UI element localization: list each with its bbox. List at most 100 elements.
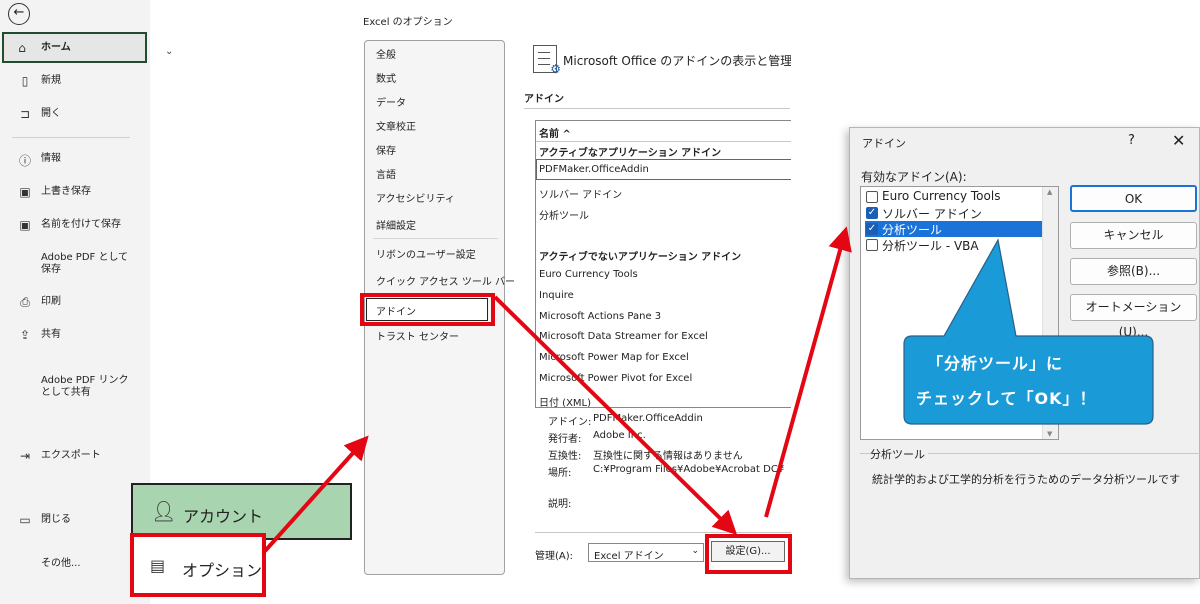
backstage-item-share[interactable]: ⇪ 共有: [0, 328, 148, 344]
list-item[interactable]: ソルバー アドイン: [539, 186, 789, 201]
detail-value-location: C:¥Program Files¥Adobe¥Acrobat DC¥: [593, 464, 785, 475]
list-item[interactable]: PDFMaker.OfficeAddin: [539, 164, 789, 175]
checkbox-checked[interactable]: ✓: [866, 223, 878, 235]
share-icon: ⇪: [19, 328, 31, 342]
list-item[interactable]: Inquire: [539, 290, 789, 301]
checkbox[interactable]: [866, 239, 878, 251]
detail-key-compat: 互換性:: [548, 451, 582, 462]
arrow-left-icon[interactable]: ←: [8, 3, 30, 25]
help-icon[interactable]: ?: [1128, 133, 1135, 148]
scroll-down-icon[interactable]: ▼: [1047, 430, 1052, 438]
nav-item-advanced[interactable]: 詳細設定: [376, 217, 416, 232]
manage-dropdown-value: Excel アドイン: [594, 551, 664, 562]
manage-divider: [535, 532, 791, 533]
export-icon: ⇥: [19, 449, 31, 463]
detail-key-addin: アドイン:: [548, 417, 592, 428]
print-icon: ⎙: [20, 295, 30, 309]
highlight-box-go: [705, 534, 792, 574]
backstage-item-close[interactable]: ▭ 閉じる: [0, 513, 148, 529]
detail-value-addin: PDFMaker.OfficeAddin: [593, 413, 703, 424]
list-item[interactable]: Euro Currency Tools: [539, 269, 789, 280]
checkbox[interactable]: [866, 191, 878, 203]
nav-item-general[interactable]: 全般: [376, 46, 396, 61]
dialog-title: アドイン: [862, 137, 906, 150]
detail-key-location: 場所:: [548, 468, 572, 479]
backstage-item-more[interactable]: その他...: [0, 557, 148, 573]
options-item-zoomed[interactable]: ▤ オプション: [130, 533, 266, 597]
nav-item-language[interactable]: 言語: [376, 166, 396, 181]
callout-text-line1: 「分析ツール」に: [927, 354, 1064, 373]
addin-page-heading: Microsoft Office のアドインの表示と管理を行います。: [563, 54, 791, 68]
detail-value-compat: 互換性に関する情報はありません: [593, 451, 743, 462]
addin-item-solver[interactable]: ✓ ソルバー アドイン: [865, 205, 1042, 221]
list-item[interactable]: Microsoft Data Streamer for Excel: [539, 331, 789, 342]
scroll-up-icon[interactable]: ▲: [1047, 188, 1052, 196]
manage-dropdown[interactable]: Excel アドイン ⌄: [588, 543, 704, 562]
list-item[interactable]: Microsoft Power Map for Excel: [539, 352, 789, 363]
chevron-down-icon[interactable]: ⌄: [165, 46, 173, 57]
new-document-icon: ▯: [21, 74, 29, 88]
backstage-item-home[interactable]: ⌂ ホーム: [2, 32, 147, 63]
list-item[interactable]: 分析ツール: [539, 207, 789, 222]
close-folder-icon: ▭: [19, 513, 31, 527]
backstage-item-adobe-pdf-link[interactable]: Adobe PDF リンク として共有: [0, 374, 148, 402]
nav-item-proofing[interactable]: 文章校正: [376, 118, 416, 133]
save-icon: ▣: [19, 185, 31, 199]
callout-text-line2: チェックして「OK」！: [916, 389, 1097, 408]
nav-item-customize-ribbon[interactable]: リボンのユーザー設定: [376, 246, 476, 261]
checkbox-checked[interactable]: ✓: [866, 207, 878, 219]
folder-open-icon: ⊐: [19, 107, 31, 121]
description-group-label: 分析ツール: [870, 446, 928, 462]
highlight-box-addins: [360, 293, 495, 326]
detail-key-publisher: 発行者:: [548, 434, 582, 445]
person-icon: 👤︎: [151, 499, 177, 523]
options-window-title: Excel のオプション: [363, 17, 453, 28]
list-divider: [536, 141, 791, 142]
addin-item-analysis-toolpak-vba[interactable]: 分析ツール - VBA: [865, 237, 1042, 253]
chevron-down-icon: ⌄: [691, 546, 699, 556]
active-addins-header: アクティブなアプリケーション アドイン: [539, 148, 722, 159]
account-item-zoomed[interactable]: 👤︎ アカウント: [131, 483, 352, 540]
nav-item-data[interactable]: データ: [376, 94, 406, 109]
backstage-item-new[interactable]: ▯ 新規: [0, 74, 148, 90]
detail-value-publisher: Adobe Inc.: [593, 430, 646, 441]
backstage-panel: ← ⌂ ホーム ▯ 新規 ⊐ 開く ⓘ 情報 ▣ 上書き保存 ▣ 名前を付けて保…: [0, 0, 150, 604]
list-item[interactable]: 日付 (XML): [539, 394, 789, 407]
addin-section-title: アドイン: [524, 94, 564, 105]
backstage-divider: [12, 137, 130, 138]
addin-description: 統計学的および工学的分析を行うためのデータ分析ツールです: [872, 473, 1180, 486]
backstage-item-info[interactable]: ⓘ 情報: [0, 152, 148, 168]
backstage-item-print[interactable]: ⎙ 印刷: [0, 295, 148, 311]
addin-list: 名前 ^ アクティブなアプリケーション アドイン PDFMaker.Office…: [535, 120, 791, 408]
nav-item-formulas[interactable]: 数式: [376, 70, 396, 85]
nav-item-trust-center[interactable]: トラスト センター: [376, 328, 459, 343]
addin-item-euro-currency[interactable]: Euro Currency Tools: [865, 189, 1042, 205]
close-icon[interactable]: ✕: [1172, 131, 1185, 150]
browse-button[interactable]: 参照(B)...: [1070, 258, 1197, 285]
list-item[interactable]: Microsoft Power Pivot for Excel: [539, 373, 789, 384]
list-item[interactable]: Microsoft Actions Pane 3: [539, 311, 789, 322]
backstage-item-save[interactable]: ▣ 上書き保存: [0, 185, 148, 201]
cancel-button[interactable]: キャンセル: [1070, 222, 1197, 249]
backstage-item-adobe-pdf-save[interactable]: Adobe PDF として 保存: [0, 251, 148, 279]
backstage-item-export[interactable]: ⇥ エクスポート: [0, 449, 148, 465]
home-icon: ⌂: [18, 41, 26, 55]
addin-item-analysis-toolpak[interactable]: ✓ 分析ツール: [865, 221, 1042, 237]
list-header-name[interactable]: 名前 ^: [539, 125, 789, 140]
ok-button[interactable]: OK: [1070, 185, 1197, 212]
inactive-addins-header: アクティブでないアプリケーション アドイン: [539, 252, 742, 263]
options-icon: ▤: [150, 556, 166, 575]
automation-button[interactable]: オートメーション(U)...: [1070, 294, 1197, 339]
info-icon: ⓘ: [18, 154, 31, 168]
addin-settings-icon: ⚙: [533, 45, 561, 76]
backstage-item-save-as[interactable]: ▣ 名前を付けて保存: [0, 218, 148, 234]
available-addins-label: 有効なアドイン(A):: [861, 170, 967, 184]
section-divider: [524, 108, 790, 109]
nav-item-accessibility[interactable]: アクセシビリティ: [376, 190, 455, 205]
nav-item-quick-access-toolbar[interactable]: クイック アクセス ツール バー: [376, 273, 515, 288]
backstage-item-open[interactable]: ⊐ 開く: [0, 107, 148, 123]
manage-label: 管理(A):: [535, 551, 574, 562]
nav-item-save[interactable]: 保存: [376, 142, 396, 157]
nav-divider: [373, 238, 498, 239]
detail-key-description: 説明:: [548, 499, 572, 510]
